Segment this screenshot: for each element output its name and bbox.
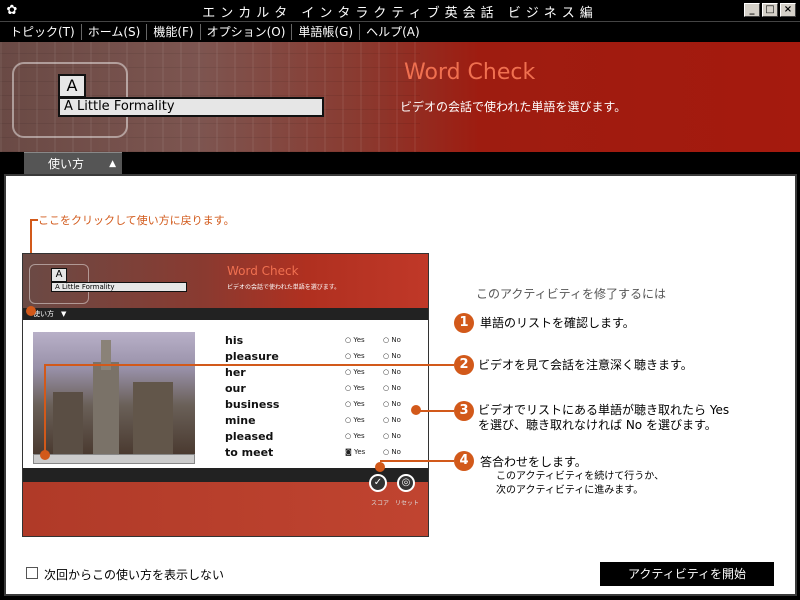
step-4-text: 答合わせをします。 bbox=[480, 455, 587, 469]
step-3-badge: 3 bbox=[454, 401, 474, 421]
reset-icon: ◎ bbox=[397, 474, 415, 492]
step-4-connector bbox=[380, 460, 454, 462]
no-option: ○ No bbox=[383, 416, 401, 424]
yes-option: ○ Yes bbox=[345, 352, 365, 360]
building-shape bbox=[93, 362, 119, 454]
building-shape bbox=[53, 392, 83, 454]
menu-home[interactable]: ホーム(S) bbox=[82, 24, 148, 40]
no-option: ○ No bbox=[383, 368, 401, 376]
tab-usage-label: 使い方 bbox=[48, 157, 85, 171]
step-2-dot bbox=[40, 450, 50, 460]
no-option: ○ No bbox=[383, 432, 401, 440]
step-4-dot bbox=[375, 462, 385, 472]
dont-show-checkbox[interactable] bbox=[26, 567, 38, 579]
step-2-connector-vertical bbox=[44, 364, 46, 454]
score-label: スコア bbox=[371, 500, 390, 507]
yes-option: ◙ Yes bbox=[345, 448, 366, 456]
reset-label: リセット bbox=[395, 500, 420, 507]
menu-bar: トピック(T) ホーム(S) 機能(F) オプション(O) 単語帳(G) ヘルプ… bbox=[0, 22, 800, 42]
word-list: his ○ Yes ○ No pleasure ○ Yes ○ No her ○ Yes ○… bbox=[225, 332, 425, 460]
minimize-button[interactable]: _ bbox=[744, 3, 760, 17]
video-thumbnail bbox=[33, 332, 195, 454]
activity-title: Word Check bbox=[404, 60, 536, 85]
word-text: to meet bbox=[225, 445, 274, 459]
no-option: ○ No bbox=[383, 448, 401, 456]
step-2-connector bbox=[44, 364, 454, 366]
no-option: ○ No bbox=[383, 352, 401, 360]
triangle-up-icon: ▲ bbox=[109, 159, 116, 169]
menu-topic[interactable]: トピック(T) bbox=[4, 24, 82, 40]
step-1-text: 単語のリストを確認します。 bbox=[480, 316, 635, 330]
mini-activity-title: Word Check bbox=[227, 264, 299, 278]
word-text: pleased bbox=[225, 429, 274, 443]
step-3-connector bbox=[416, 410, 454, 412]
word-row: pleasure ○ Yes ○ No bbox=[225, 348, 425, 364]
maximize-button[interactable]: □ bbox=[762, 3, 778, 17]
mini-activity-subtitle: ビデオの会話で使われた単語を選びます。 bbox=[227, 284, 341, 291]
unit-letter: A bbox=[58, 74, 86, 98]
step-2-text: ビデオを見て会話を注意深く聴きます。 bbox=[478, 358, 693, 372]
word-row: her ○ Yes ○ No bbox=[225, 364, 425, 380]
mini-toolbar bbox=[23, 468, 428, 482]
yes-option: ○ Yes bbox=[345, 336, 365, 344]
activity-subtitle: ビデオの会話で使われた単語を選びます。 bbox=[400, 100, 627, 114]
step-3-dot bbox=[411, 405, 421, 415]
building-shape bbox=[133, 382, 173, 454]
yes-option: ○ Yes bbox=[345, 384, 365, 392]
tab-row: 使い方 ▲ bbox=[0, 152, 800, 174]
menu-features[interactable]: 機能(F) bbox=[147, 24, 201, 40]
score-check-icon: ✓ bbox=[369, 474, 387, 492]
word-row: mine ○ Yes ○ No bbox=[225, 412, 425, 428]
no-option: ○ No bbox=[383, 384, 401, 392]
mini-unit-letter: A bbox=[51, 268, 67, 282]
yes-option: ○ Yes bbox=[345, 368, 365, 376]
step-3-text: ビデオでリストにある単語が聴き取れたら Yes bbox=[478, 403, 730, 417]
word-row: his ○ Yes ○ No bbox=[225, 332, 425, 348]
word-text: his bbox=[225, 333, 244, 347]
mini-footer bbox=[23, 482, 428, 536]
step-1-badge: 1 bbox=[454, 313, 474, 333]
step-4-subtext-1: このアクティビティを続けて行うか、 bbox=[496, 471, 665, 482]
menu-wordbook[interactable]: 単語帳(G) bbox=[292, 24, 361, 40]
window-controls: _ □ × bbox=[744, 3, 796, 17]
step-4-badge: 4 bbox=[454, 451, 474, 471]
title-bar: ✿ エンカルタ インタラクティブ英会話 ビジネス編 _ □ × bbox=[0, 0, 800, 22]
word-row: business ○ Yes ○ No bbox=[225, 396, 425, 412]
unit-title: A Little Formality bbox=[58, 97, 324, 117]
step-4-subtext-2: 次のアクティビティに進みます。 bbox=[496, 485, 644, 496]
word-row: our ○ Yes ○ No bbox=[225, 380, 425, 396]
menu-help[interactable]: ヘルプ(A) bbox=[360, 24, 426, 40]
word-text: her bbox=[225, 365, 246, 379]
word-row: pleased ○ Yes ○ No bbox=[225, 428, 425, 444]
word-text: pleasure bbox=[225, 349, 279, 363]
dont-show-label[interactable]: 次回からこの使い方を表示しない bbox=[44, 566, 224, 583]
mini-tab-row: 使い方 ▼ bbox=[23, 308, 428, 320]
word-row: to meet ◙ Yes ○ No bbox=[225, 444, 425, 460]
start-activity-button[interactable]: アクティビティを開始 bbox=[600, 562, 774, 586]
step-2-badge: 2 bbox=[454, 355, 474, 375]
window-title: エンカルタ インタラクティブ英会話 ビジネス編 bbox=[202, 6, 598, 21]
sample-screenshot: A A Little Formality Word Check ビデオの会話で使… bbox=[22, 253, 429, 537]
steps-heading: このアクティビティを修了するには bbox=[476, 287, 666, 301]
mini-tab-usage: 使い方 ▼ bbox=[33, 310, 67, 318]
menu-options[interactable]: オプション(O) bbox=[201, 24, 293, 40]
yes-option: ○ Yes bbox=[345, 416, 365, 424]
no-option: ○ No bbox=[383, 336, 401, 344]
video-controls bbox=[33, 454, 195, 464]
tab-usage[interactable]: 使い方 ▲ bbox=[24, 152, 122, 174]
hint-dot bbox=[26, 306, 36, 316]
hint-label: ここをクリックして使い方に戻ります。 bbox=[38, 214, 235, 227]
word-text: our bbox=[225, 381, 246, 395]
close-button[interactable]: × bbox=[780, 3, 796, 17]
mini-unit-title: A Little Formality bbox=[51, 282, 187, 292]
step-3-text-line2: を選び、聴き取れなければ No を選びます。 bbox=[478, 418, 717, 432]
yes-option: ○ Yes bbox=[345, 432, 365, 440]
word-text: business bbox=[225, 397, 280, 411]
yes-option: ○ Yes bbox=[345, 400, 365, 408]
word-text: mine bbox=[225, 413, 256, 427]
